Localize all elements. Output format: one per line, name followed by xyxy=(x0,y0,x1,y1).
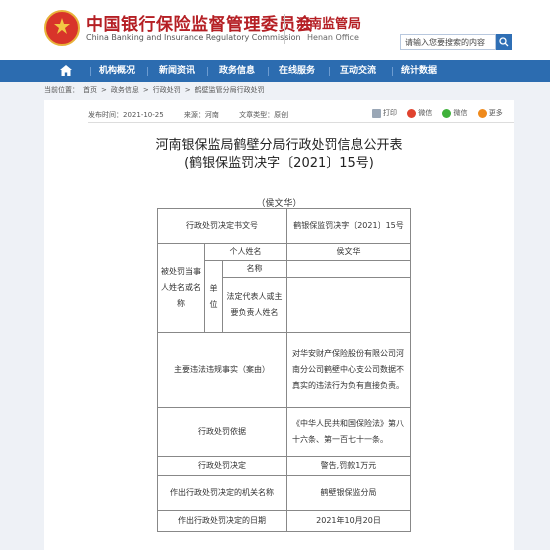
article-source: 来源：河南 xyxy=(183,111,219,119)
penalty-info-table: 行政处罚决定书文号 鹤银保监罚决字〔2021〕15号 被处罚当事人姓名或名称 个… xyxy=(157,208,411,550)
table-cell-value: 《中华人民共和国保险法》第八十六条、第一百七十一条。 xyxy=(286,407,411,457)
table-cell-label: 名称 xyxy=(222,260,287,278)
org-name-cn[interactable]: 中国银行保险监督管理委员会 xyxy=(86,10,314,35)
table-cell-label: 被处罚当事人姓名或名称 xyxy=(157,243,205,333)
table-cell-label: 单位 xyxy=(204,260,223,333)
home-icon xyxy=(60,65,72,76)
breadcrumb-label: 当前位置： xyxy=(44,86,79,94)
breadcrumb-separator: > xyxy=(101,86,107,94)
search-input[interactable]: 请输入您要搜索的内容 xyxy=(400,34,496,50)
org-name-en: China Banking and Insurance Regulatory C… xyxy=(86,33,301,42)
breadcrumb-link-government-info[interactable]: 政务信息 xyxy=(111,86,139,94)
nav-item-institution[interactable]: 机构概况 xyxy=(96,60,138,82)
breadcrumb-separator: > xyxy=(184,86,191,94)
article-type: 文章类型：原创 xyxy=(239,111,289,119)
search-button[interactable] xyxy=(496,34,512,50)
table-cell-value: 鹤壁银保监分局 xyxy=(286,475,411,511)
nav-item-statistics[interactable]: 统计数据 xyxy=(398,60,440,82)
breadcrumb: 当前位置： 首页 > 政务信息 > 行政处罚 > 鹤壁监管分局行政处罚 xyxy=(44,84,269,96)
nav-divider xyxy=(90,67,91,76)
table-cell-value: 鹤银保监罚决字〔2021〕15号 xyxy=(286,208,411,244)
table-cell-label: 行政处罚决定 xyxy=(157,456,287,476)
weibo-share-button[interactable]: 微信 xyxy=(407,108,433,118)
table-cell-label: 个人姓名 xyxy=(204,243,287,261)
article-card: 发布时间：2021-10-25 来源：河南 文章类型：原创 打印 微信 微信 更… xyxy=(44,100,514,550)
more-label: 更多 xyxy=(488,109,503,117)
breadcrumb-link-home[interactable]: 首页 xyxy=(83,86,97,94)
table-cell-value: 2021年10月20日 xyxy=(286,510,411,532)
nav-divider xyxy=(147,67,148,76)
table-cell-label: 行政处罚决定书文号 xyxy=(157,208,287,244)
weibo-label: 微信 xyxy=(418,109,433,117)
publish-time: 发布时间：2021-10-25 xyxy=(88,111,164,119)
print-button[interactable]: 打印 xyxy=(372,108,397,118)
wechat-icon xyxy=(442,108,452,118)
table-cell-label: 行政处罚依据 xyxy=(157,407,287,457)
article-title: 河南银保监局鹤壁分局行政处罚信息公开表 xyxy=(155,138,403,153)
national-emblem-logo[interactable] xyxy=(44,10,80,46)
table-cell-label: 作出行政处罚决定的机关名称 xyxy=(157,475,287,511)
table-cell-value: 侯文华 xyxy=(286,243,411,261)
main-nav: 机构概况 新闻资讯 政务信息 在线服务 互动交流 统计数据 xyxy=(0,60,550,82)
nav-divider xyxy=(329,67,330,76)
table-cell-label: 主要违法违规事实（案由） xyxy=(157,332,287,408)
table-cell-label: 法定代表人或主要负责人姓名 xyxy=(222,277,287,333)
nav-item-news[interactable]: 新闻资讯 xyxy=(156,60,198,82)
breadcrumb-separator: > xyxy=(142,86,149,94)
nav-divider xyxy=(392,67,393,76)
nav-item-government-info[interactable]: 政务信息 xyxy=(216,60,258,82)
search-icon xyxy=(499,37,509,47)
wechat-share-button[interactable]: 微信 xyxy=(442,108,468,118)
share-bar: 打印 微信 微信 更多 xyxy=(372,108,511,118)
print-label: 打印 xyxy=(383,109,397,117)
breadcrumb-link-penalty[interactable]: 行政处罚 xyxy=(153,86,181,94)
nav-item-online-service[interactable]: 在线服务 xyxy=(276,60,318,82)
print-icon xyxy=(372,108,381,118)
article-subtitle: (鹤银保监罚决字〔2021〕15号) xyxy=(184,156,374,171)
table-cell-value: 警告,罚款1万元 xyxy=(286,456,411,476)
more-icon xyxy=(477,108,487,118)
nav-divider xyxy=(207,67,208,76)
nav-home[interactable] xyxy=(56,60,76,82)
office-name-en: Henan Office xyxy=(307,33,359,42)
site-header: 中国银行保险监督管理委员会 China Banking and Insuranc… xyxy=(0,0,550,60)
nav-divider xyxy=(268,67,269,76)
article-meta: 发布时间：2021-10-25 来源：河南 文章类型：原创 xyxy=(88,110,306,120)
wechat-label: 微信 xyxy=(453,109,468,117)
weibo-icon xyxy=(407,108,417,118)
header-divider xyxy=(284,14,285,44)
table-cell-value: 对华安财产保险股份有限公司河南分公司鹤壁中心支公司数据不真实的违法行为负有直接负… xyxy=(286,332,411,408)
table-cell-label: 作出行政处罚决定的日期 xyxy=(157,510,287,532)
table-cell-value xyxy=(286,277,411,333)
table-cell-value xyxy=(286,260,411,278)
more-share-button[interactable]: 更多 xyxy=(477,108,503,118)
meta-divider xyxy=(88,122,514,123)
breadcrumb-link-hebi-penalty[interactable]: 鹤壁监管分局行政处罚 xyxy=(195,86,265,94)
nav-item-interaction[interactable]: 互动交流 xyxy=(337,60,379,82)
office-name-cn[interactable]: 河南监管局 xyxy=(296,13,361,32)
